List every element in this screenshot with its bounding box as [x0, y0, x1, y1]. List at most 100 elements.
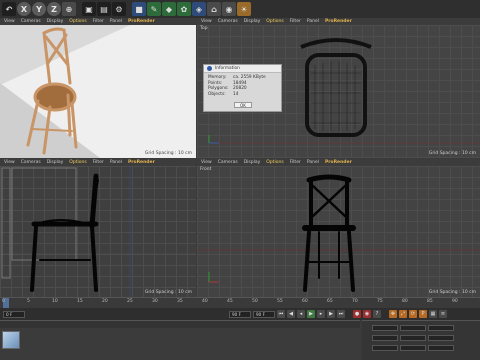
- menu-options[interactable]: Options: [69, 19, 86, 24]
- timeline-tick: 70: [352, 299, 358, 304]
- info-value: 14: [233, 92, 239, 98]
- undo-icon[interactable]: ↶: [2, 2, 16, 16]
- spline-pen-icon[interactable]: ✎: [147, 2, 161, 16]
- menu-options[interactable]: Options: [266, 19, 283, 24]
- z-axis-button[interactable]: Z: [47, 2, 61, 16]
- coord-field[interactable]: [400, 345, 426, 351]
- subdivision-icon[interactable]: ◆: [162, 2, 176, 16]
- ok-button[interactable]: OK: [234, 102, 252, 108]
- material-swatch[interactable]: [2, 331, 20, 349]
- viewport-front[interactable]: View Cameras Display Options Filter Pane…: [197, 159, 480, 297]
- menu-filter[interactable]: Filter: [93, 19, 104, 24]
- menu-prorender[interactable]: ProRender: [325, 19, 352, 24]
- deformer-icon[interactable]: ◈: [192, 2, 206, 16]
- timeline-tick: 55: [277, 299, 283, 304]
- menu-cameras[interactable]: Cameras: [218, 160, 238, 165]
- coord-field[interactable]: [428, 335, 454, 341]
- menu-cameras[interactable]: Cameras: [21, 160, 41, 165]
- menu-panel[interactable]: Panel: [110, 160, 122, 165]
- timeline-tick: 20: [102, 299, 108, 304]
- viewport-perspective[interactable]: View Cameras Display Options Filter Pane…: [0, 18, 196, 158]
- menu-prorender[interactable]: ProRender: [128, 19, 155, 24]
- coord-field[interactable]: [372, 325, 398, 331]
- timeline-tick: 65: [327, 299, 333, 304]
- key-param-icon[interactable]: P: [419, 310, 427, 318]
- timeline-tick: 15: [77, 299, 83, 304]
- menu-filter[interactable]: Filter: [93, 160, 104, 165]
- grid-spacing-label: Grid Spacing : 10 cm: [144, 290, 192, 295]
- light-icon[interactable]: ☀: [237, 2, 251, 16]
- key-pla-icon[interactable]: ▦: [429, 310, 437, 318]
- right-scene: [0, 166, 196, 297]
- keyframe-selection-icon[interactable]: ?: [373, 310, 381, 318]
- camera-icon[interactable]: ◉: [222, 2, 236, 16]
- material-manager-menu: [0, 321, 360, 328]
- menu-display[interactable]: Display: [244, 160, 261, 165]
- key-rotation-icon[interactable]: ⟳: [409, 310, 417, 318]
- info-value: 20820: [233, 86, 247, 92]
- menu-view[interactable]: View: [201, 160, 212, 165]
- timeline-tick: 25: [127, 299, 133, 304]
- timeline-tick: 75: [377, 299, 383, 304]
- render-picture-viewer-icon[interactable]: ▤: [97, 2, 111, 16]
- timeline-tick: 60: [302, 299, 308, 304]
- menu-prorender[interactable]: ProRender: [128, 160, 155, 165]
- scene-icon[interactable]: ⌂: [207, 2, 221, 16]
- cube-icon[interactable]: ■: [132, 2, 146, 16]
- coordinate-system-icon[interactable]: ⊕: [62, 2, 76, 16]
- timeline-tick: 30: [152, 299, 158, 304]
- menu-view[interactable]: View: [4, 160, 15, 165]
- prev-frame-icon[interactable]: ◂: [297, 310, 305, 318]
- front-scene: [197, 174, 480, 292]
- dialog-title: Information: [215, 66, 240, 71]
- menu-options[interactable]: Options: [266, 160, 283, 165]
- menu-view[interactable]: View: [4, 19, 15, 24]
- coord-field[interactable]: [372, 335, 398, 341]
- menu-view[interactable]: View: [201, 19, 212, 24]
- end-frame-field[interactable]: 90 F: [229, 310, 251, 318]
- menu-cameras[interactable]: Cameras: [21, 19, 41, 24]
- timeline-menu-icon[interactable]: ≡: [439, 310, 447, 318]
- menu-display[interactable]: Display: [47, 160, 64, 165]
- menu-display[interactable]: Display: [244, 19, 261, 24]
- render-view-icon[interactable]: ▣: [82, 2, 96, 16]
- coord-field[interactable]: [400, 325, 426, 331]
- timeline-tick: 50: [252, 299, 258, 304]
- next-frame-icon[interactable]: ▸: [317, 310, 325, 318]
- key-position-icon[interactable]: ✥: [389, 310, 397, 318]
- menu-prorender[interactable]: ProRender: [325, 160, 352, 165]
- array-icon[interactable]: ✿: [177, 2, 191, 16]
- current-frame-field[interactable]: 0 F: [3, 310, 25, 318]
- menu-panel[interactable]: Panel: [110, 19, 122, 24]
- dialog-header: Information: [204, 65, 281, 73]
- coord-field[interactable]: [372, 345, 398, 351]
- y-axis-button[interactable]: Y: [32, 2, 46, 16]
- timeline-tick: 0: [2, 299, 5, 304]
- autokey-icon[interactable]: ◉: [363, 310, 371, 318]
- goto-start-icon[interactable]: ⏮: [277, 310, 285, 318]
- render-settings-icon[interactable]: ⚙: [112, 2, 126, 16]
- menu-cameras[interactable]: Cameras: [218, 19, 238, 24]
- record-icon[interactable]: ●: [353, 310, 361, 318]
- preview-max-field[interactable]: 90 F: [253, 310, 275, 318]
- goto-end-icon[interactable]: ⏭: [337, 310, 345, 318]
- menu-filter[interactable]: Filter: [290, 19, 301, 24]
- menu-filter[interactable]: Filter: [290, 160, 301, 165]
- coord-field[interactable]: [428, 325, 454, 331]
- prev-key-icon[interactable]: ◀: [287, 310, 295, 318]
- menu-display[interactable]: Display: [47, 19, 64, 24]
- viewport-menu: View Cameras Display Options Filter Pane…: [197, 159, 480, 166]
- menu-options[interactable]: Options: [69, 160, 86, 165]
- key-scale-icon[interactable]: ⤢: [399, 310, 407, 318]
- next-key-icon[interactable]: ▶: [327, 310, 335, 318]
- x-axis-button[interactable]: X: [17, 2, 31, 16]
- coord-field[interactable]: [400, 335, 426, 341]
- menu-panel[interactable]: Panel: [307, 160, 319, 165]
- viewport-right[interactable]: View Cameras Display Options Filter Pane…: [0, 159, 196, 297]
- menu-panel[interactable]: Panel: [307, 19, 319, 24]
- coord-field[interactable]: [428, 345, 454, 351]
- chair-side-silhouette: [30, 173, 99, 292]
- viewport-menu: View Cameras Display Options Filter Pane…: [197, 18, 480, 25]
- timeline-ruler[interactable]: 0 5 10 15 20 25 30 35 40 45 50 55 60 65 …: [0, 297, 480, 308]
- play-icon[interactable]: ▶: [307, 310, 315, 318]
